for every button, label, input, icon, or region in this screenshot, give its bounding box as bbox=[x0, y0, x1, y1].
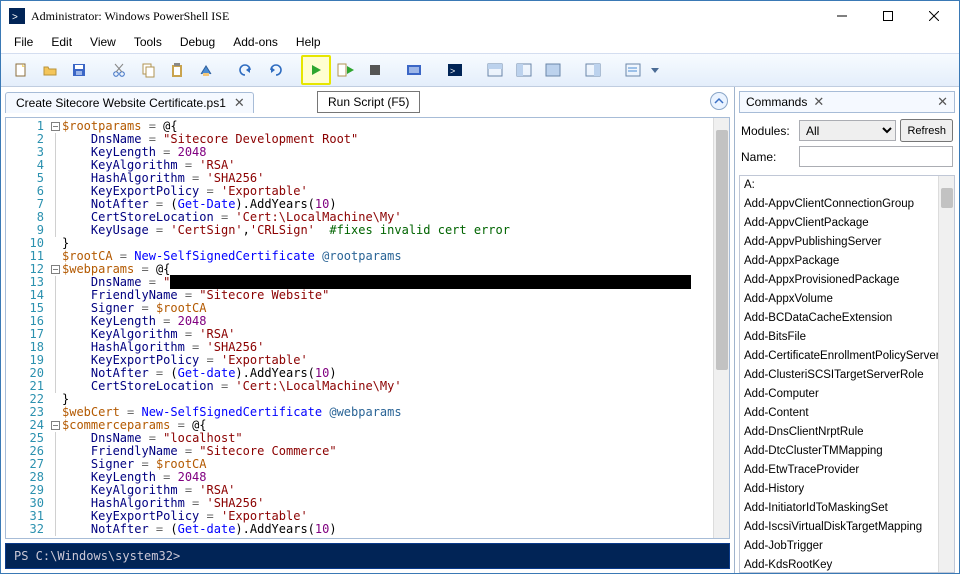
commands-panel: Commands ✕ ✕ Modules: All Refresh Name: … bbox=[734, 87, 959, 573]
command-item[interactable]: Add-KdsRootKey bbox=[740, 556, 954, 573]
run-selection-button[interactable] bbox=[332, 56, 360, 84]
file-tab-label: Create Sitecore Website Certificate.ps1 bbox=[16, 96, 226, 110]
commands-scrollbar[interactable] bbox=[938, 176, 954, 572]
command-item[interactable]: Add-Computer bbox=[740, 385, 954, 404]
command-item[interactable]: Add-AppxPackage bbox=[740, 252, 954, 271]
window-title: Administrator: Windows PowerShell ISE bbox=[31, 9, 819, 24]
menu-tools[interactable]: Tools bbox=[125, 32, 171, 52]
clear-button[interactable] bbox=[192, 56, 220, 84]
stop-button[interactable] bbox=[361, 56, 389, 84]
layout-side-by-side-button[interactable] bbox=[510, 56, 538, 84]
redo-button[interactable] bbox=[261, 56, 289, 84]
svg-text:>: > bbox=[12, 12, 18, 23]
command-item[interactable]: Add-BitsFile bbox=[740, 328, 954, 347]
show-command-window-button[interactable] bbox=[619, 56, 647, 84]
code-editor[interactable]: 1234567891011121314151617181920212223242… bbox=[5, 117, 730, 539]
run-script-button[interactable] bbox=[301, 55, 331, 85]
toolbar-dropdown[interactable] bbox=[648, 56, 662, 84]
menu-debug[interactable]: Debug bbox=[171, 32, 224, 52]
refresh-button[interactable]: Refresh bbox=[900, 119, 953, 142]
menu-edit[interactable]: Edit bbox=[42, 32, 81, 52]
command-item[interactable]: Add-EtwTraceProvider bbox=[740, 461, 954, 480]
maximize-button[interactable] bbox=[865, 1, 911, 31]
menu-add-ons[interactable]: Add-ons bbox=[224, 32, 287, 52]
command-item[interactable]: Add-DnsClientNrptRule bbox=[740, 423, 954, 442]
new-remote-tab-button[interactable] bbox=[401, 56, 429, 84]
name-input[interactable] bbox=[799, 146, 953, 167]
commands-tab-close-icon[interactable]: ✕ bbox=[813, 94, 824, 110]
collapse-script-pane-button[interactable] bbox=[710, 92, 728, 110]
modules-label: Modules: bbox=[741, 124, 795, 138]
command-item[interactable]: Add-CertificateEnrollmentPolicyServer bbox=[740, 347, 954, 366]
close-button[interactable] bbox=[911, 1, 957, 31]
toolbar: > bbox=[1, 53, 959, 87]
app-icon: > bbox=[9, 8, 25, 24]
code-area[interactable]: $rootparams = @{ DnsName = "Sitecore Dev… bbox=[62, 118, 713, 538]
open-button[interactable] bbox=[36, 56, 64, 84]
command-item[interactable]: Add-DtcClusterTMMapping bbox=[740, 442, 954, 461]
command-item[interactable]: Add-BCDataCacheExtension bbox=[740, 309, 954, 328]
show-command-addon-button[interactable] bbox=[579, 56, 607, 84]
command-item[interactable]: A: bbox=[740, 176, 954, 195]
name-label: Name: bbox=[741, 150, 795, 164]
command-item[interactable]: Add-History bbox=[740, 480, 954, 499]
commands-panel-close-icon[interactable]: ✕ bbox=[937, 94, 948, 110]
console-prompt: PS C:\Windows\system32> bbox=[14, 549, 180, 563]
menu-view[interactable]: View bbox=[81, 32, 125, 52]
command-item[interactable]: Add-AppxProvisionedPackage bbox=[740, 271, 954, 290]
modules-dropdown[interactable]: All bbox=[799, 120, 896, 141]
tab-strip: Create Sitecore Website Certificate.ps1 … bbox=[5, 91, 730, 113]
file-tab[interactable]: Create Sitecore Website Certificate.ps1 … bbox=[5, 92, 254, 113]
new-button[interactable] bbox=[7, 56, 35, 84]
command-item[interactable]: Add-ClusteriSCSITargetServerRole bbox=[740, 366, 954, 385]
commands-header: Commands ✕ ✕ bbox=[739, 91, 955, 113]
menu-file[interactable]: File bbox=[5, 32, 42, 52]
command-item[interactable]: Add-AppvClientPackage bbox=[740, 214, 954, 233]
fold-column[interactable] bbox=[48, 118, 62, 538]
svg-text:>: > bbox=[450, 66, 455, 76]
run-script-tooltip: Run Script (F5) bbox=[317, 91, 420, 113]
console-pane[interactable]: PS C:\Windows\system32> bbox=[5, 543, 730, 569]
layout-maximized-button[interactable] bbox=[539, 56, 567, 84]
titlebar: > Administrator: Windows PowerShell ISE bbox=[1, 1, 959, 31]
copy-button[interactable] bbox=[134, 56, 162, 84]
command-item[interactable]: Add-IscsiVirtualDiskTargetMapping bbox=[740, 518, 954, 537]
close-tab-icon[interactable]: ✕ bbox=[232, 95, 247, 111]
commands-title: Commands bbox=[746, 95, 807, 109]
line-number-gutter: 1234567891011121314151617181920212223242… bbox=[6, 118, 48, 538]
cut-button[interactable] bbox=[105, 56, 133, 84]
editor-scrollbar[interactable] bbox=[713, 118, 729, 538]
command-item[interactable]: Add-AppvClientConnectionGroup bbox=[740, 195, 954, 214]
commands-list[interactable]: A:Add-AppvClientConnectionGroupAdd-AppvC… bbox=[739, 175, 955, 573]
menu-help[interactable]: Help bbox=[287, 32, 330, 52]
menubar: FileEditViewToolsDebugAdd-onsHelp bbox=[1, 31, 959, 53]
command-item[interactable]: Add-JobTrigger bbox=[740, 537, 954, 556]
save-button[interactable] bbox=[65, 56, 93, 84]
command-item[interactable]: Add-AppxVolume bbox=[740, 290, 954, 309]
layout-script-top-button[interactable] bbox=[481, 56, 509, 84]
start-powershell-button[interactable]: > bbox=[441, 56, 469, 84]
minimize-button[interactable] bbox=[819, 1, 865, 31]
command-item[interactable]: Add-AppvPublishingServer bbox=[740, 233, 954, 252]
command-item[interactable]: Add-InitiatorIdToMaskingSet bbox=[740, 499, 954, 518]
paste-button[interactable] bbox=[163, 56, 191, 84]
command-item[interactable]: Add-Content bbox=[740, 404, 954, 423]
undo-button[interactable] bbox=[232, 56, 260, 84]
